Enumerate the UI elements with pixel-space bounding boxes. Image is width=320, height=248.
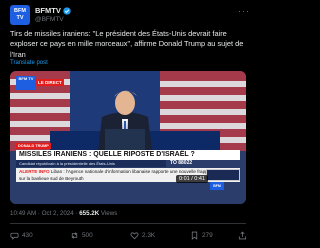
avatar-text: BFM TV <box>14 8 26 21</box>
share-icon <box>238 231 247 240</box>
bookmark-icon <box>191 231 198 240</box>
repost-button[interactable]: 500 <box>70 231 93 240</box>
bookmark-count: 279 <box>202 232 213 239</box>
more-options-icon[interactable]: ··· <box>238 6 250 16</box>
views-count: 655.2K <box>79 210 100 217</box>
reply-button[interactable]: 430 <box>10 231 33 240</box>
repost-icon <box>71 232 78 239</box>
reply-icon <box>10 232 19 240</box>
action-bar: 430 500 2.3K 279 <box>10 231 247 243</box>
bookmark-button[interactable]: 279 <box>190 231 213 240</box>
tweet-header: BFM TV BFMTV @BFMTV ··· <box>10 4 250 26</box>
views-label: Views <box>100 210 118 217</box>
alert-label: ALERTE INFO <box>19 169 50 174</box>
ticker-logo: BFM <box>210 182 224 190</box>
ticker-thumbnail <box>206 169 240 181</box>
post-time[interactable]: 10:49 AM <box>10 210 36 217</box>
video-player[interactable]: BFM TV LE DIRECT DONALD TRUMP MISSILES I… <box>10 71 246 204</box>
share-button[interactable] <box>238 231 250 240</box>
video-headline: MISSILES IRANIENS : QUELLE RIPOSTE D'ISR… <box>16 150 240 160</box>
speaker-tag: DONALD TRUMP <box>16 143 51 149</box>
live-direct-badge: LE DIRECT <box>36 79 64 86</box>
translate-post-link[interactable]: Translate post <box>10 60 48 66</box>
divider <box>10 223 246 224</box>
heart-icon <box>130 232 139 240</box>
video-subline: Candidat républicain à la présidentielle… <box>16 160 166 167</box>
tweet-meta: 10:49 AM · Oct 2, 2024 · 655.2K Views <box>10 210 117 217</box>
verified-badge-icon <box>63 6 71 15</box>
video-timer[interactable]: 0:01 / 0:41 <box>176 175 208 183</box>
sms-number: TO 88022 <box>170 160 193 166</box>
reply-count: 430 <box>22 232 33 239</box>
like-count: 2.3K <box>142 232 156 239</box>
bfm-logo: BFM TV <box>16 76 36 90</box>
avatar[interactable]: BFM TV <box>10 5 30 25</box>
account-handle[interactable]: @BFMTV <box>35 16 64 23</box>
meta-separator: · <box>37 210 40 217</box>
tweet-text: Tirs de missiles iraniens: "Le président… <box>10 29 244 59</box>
post-date[interactable]: Oct 2, 2024 <box>42 210 74 217</box>
repost-count: 500 <box>82 232 93 239</box>
account-name[interactable]: BFMTV <box>35 6 61 15</box>
account-name-line[interactable]: BFMTV <box>35 6 71 15</box>
like-button[interactable]: 2.3K <box>130 231 155 240</box>
meta-separator-2: · <box>75 210 78 217</box>
